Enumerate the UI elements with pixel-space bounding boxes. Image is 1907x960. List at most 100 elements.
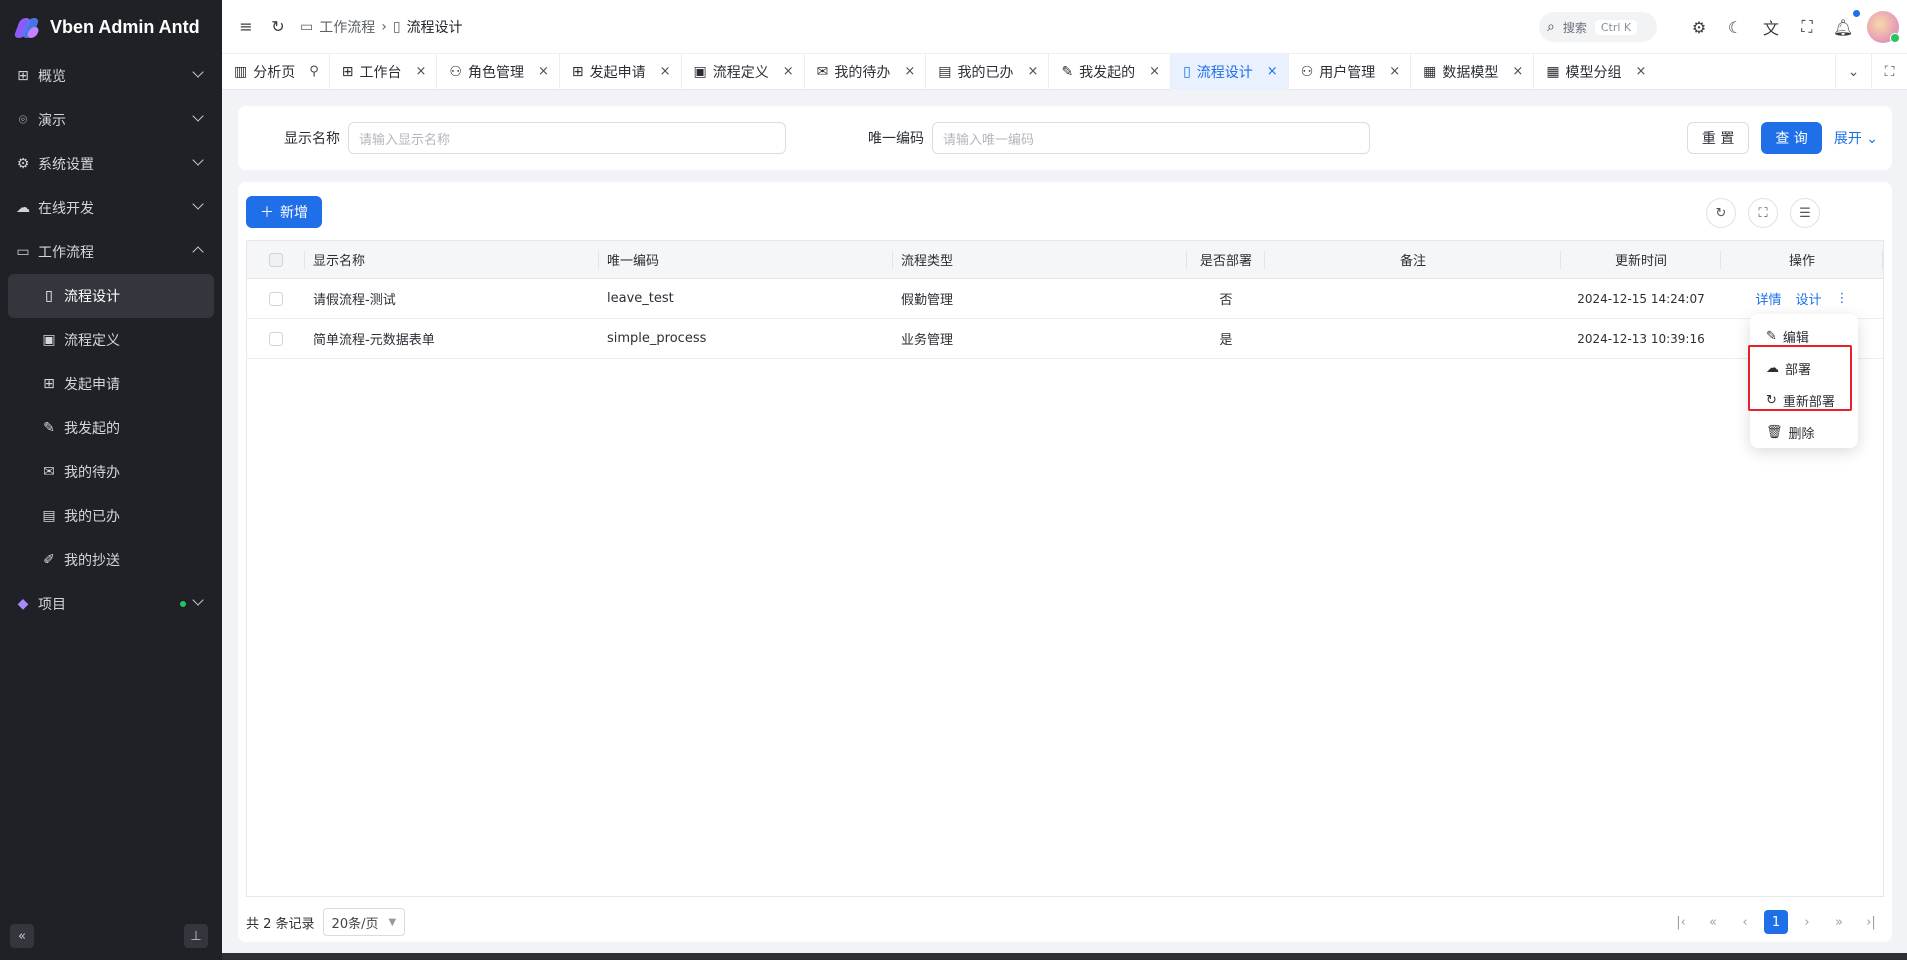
tab-my-todo[interactable]: ✉ 我的待办 × <box>805 53 927 90</box>
bell-icon[interactable]: 🔔︎ <box>1827 10 1860 43</box>
mail-icon: ✉ <box>816 63 829 80</box>
top-header: ≡ ↻ ▭ 工作流程 › ▯ 流程设计 ⌕ 搜索 Ctrl K ⚙ ☾ 文 ⛶ … <box>222 0 1907 54</box>
add-button[interactable]: ＋ 新增 <box>246 196 322 228</box>
column-header[interactable]: 操作 <box>1721 241 1883 278</box>
breadcrumb-item[interactable]: 工作流程 <box>319 17 375 37</box>
close-icon[interactable]: × <box>1512 64 1523 79</box>
pen-icon: ✐ <box>43 552 55 568</box>
close-icon[interactable]: × <box>416 64 427 79</box>
close-icon[interactable]: × <box>904 64 915 79</box>
menu-toggle-icon[interactable]: ≡ <box>230 11 262 43</box>
tab-label: 我的待办 <box>834 64 891 81</box>
page-size-value: 20条/页 <box>331 916 379 932</box>
cell-name: 请假流程-测试 <box>313 293 396 308</box>
menu-item-delete[interactable]: 🗑︎ 删除 <box>1750 416 1858 448</box>
tab-label: 用户管理 <box>1319 64 1376 81</box>
table-card: ＋ 新增 ↻ ⛶ ☰ 显示名称 唯一编码 流程类型 是否部署 备注 更新时间 操作… <box>238 182 1892 942</box>
query-button[interactable]: 查 询 <box>1761 122 1822 154</box>
last-page-icon[interactable]: ›| <box>1858 909 1884 935</box>
more-icon[interactable]: ⋮ <box>1836 291 1849 306</box>
page-number[interactable]: 1 <box>1764 910 1788 934</box>
sidebar-item-settings[interactable]: ⚙ 系统设置 <box>0 142 222 186</box>
tab-process-definition[interactable]: ▣ 流程定义 × <box>682 53 805 90</box>
close-icon[interactable]: × <box>1149 64 1160 79</box>
close-icon[interactable]: × <box>660 64 671 79</box>
collapse-sidebar-icon[interactable]: « <box>10 924 34 948</box>
expand-link[interactable]: 展开 ⌄ <box>1834 128 1878 148</box>
maximize-icon[interactable]: ⛶ <box>1871 54 1907 90</box>
tab-role-management[interactable]: ⚇ 角色管理 × <box>437 53 560 90</box>
column-header[interactable]: 备注 <box>1265 241 1561 278</box>
tab-label: 分析页 <box>253 64 296 81</box>
close-icon[interactable]: × <box>783 64 794 79</box>
app-title: Vben Admin Antd <box>50 16 200 37</box>
search-shortcut: Ctrl K <box>1594 19 1638 35</box>
sidebar-item-overview[interactable]: ⊞ 概览 <box>0 54 222 98</box>
close-icon[interactable]: × <box>1636 64 1647 79</box>
chevron-down-icon[interactable]: ⌄ <box>1835 54 1871 90</box>
tab-analysis[interactable]: ▥ 分析页 ⚲ <box>222 53 330 90</box>
app-logo[interactable]: Vben Admin Antd <box>0 0 222 54</box>
refresh-icon[interactable]: ↻ <box>1706 198 1736 228</box>
fullscreen-icon[interactable]: ⛶ <box>1791 11 1823 43</box>
translate-icon[interactable]: 文 <box>1755 11 1787 43</box>
name-input[interactable]: 请输入显示名称 <box>348 122 786 154</box>
tab-label: 数据模型 <box>1442 64 1499 81</box>
column-settings-icon[interactable]: ☰ <box>1790 198 1820 228</box>
close-icon[interactable]: × <box>1267 64 1278 79</box>
tab-model-group[interactable]: ▦ 模型分组 × <box>1534 54 1656 90</box>
page-size-select[interactable]: 20条/页 ▼ <box>322 908 406 936</box>
column-header[interactable]: 显示名称 <box>305 241 599 278</box>
cloud-icon: ☁ <box>16 200 30 216</box>
sidebar-subitem-start-request[interactable]: ⊞ 发起申请 <box>0 362 222 406</box>
tab-data-model[interactable]: ▦ 数据模型 × <box>1411 53 1535 90</box>
chevron-down-icon <box>192 66 204 78</box>
next-5-pages-icon[interactable]: » <box>1826 909 1852 935</box>
prev-5-pages-icon[interactable]: « <box>1700 909 1726 935</box>
plus-icon: ＋ <box>260 205 274 221</box>
column-header[interactable]: 更新时间 <box>1561 241 1721 278</box>
tab-start-request[interactable]: ⊞ 发起申请 × <box>560 53 682 90</box>
tab-user-management[interactable]: ⚇ 用户管理 × <box>1289 53 1412 90</box>
close-icon[interactable]: × <box>538 64 549 79</box>
sidebar-item-demo[interactable]: ⌾ 演示 <box>0 98 222 142</box>
breadcrumb-item: 流程设计 <box>406 19 463 36</box>
column-header[interactable]: 唯一编码 <box>599 241 893 278</box>
moon-icon[interactable]: ☾ <box>1719 11 1751 43</box>
pin-icon[interactable]: ⚲ <box>309 64 319 79</box>
column-header[interactable]: 是否部署 <box>1187 241 1265 278</box>
tab-process-design[interactable]: ▯ 流程设计 × <box>1171 53 1289 90</box>
close-icon[interactable]: × <box>1389 64 1400 79</box>
sidebar-subitem-process-design[interactable]: ▯ 流程设计 <box>8 274 214 318</box>
tab-workbench[interactable]: ⊞ 工作台 × <box>330 53 438 90</box>
global-search[interactable]: ⌕ 搜索 Ctrl K <box>1539 12 1657 42</box>
fullscreen-icon[interactable]: ⛶ <box>1748 198 1778 228</box>
avatar[interactable] <box>1867 11 1900 43</box>
sidebar-item-workflow[interactable]: ▭ 工作流程 <box>0 230 222 274</box>
prev-page-icon[interactable]: ‹ <box>1732 909 1758 935</box>
column-header[interactable]: 流程类型 <box>893 241 1187 278</box>
settings-icon[interactable]: ⚙ <box>1683 11 1715 43</box>
sidebar-subitem-my-done[interactable]: ▤ 我的已办 <box>0 494 222 538</box>
design-link[interactable]: 设计 <box>1796 289 1822 308</box>
detail-link[interactable]: 详情 <box>1755 289 1781 308</box>
tab-my-started[interactable]: ✎ 我发起的 × <box>1049 53 1172 90</box>
tab-my-done[interactable]: ▤ 我的已办 × <box>926 53 1050 90</box>
select-all-checkbox[interactable] <box>269 252 283 267</box>
code-input[interactable]: 请输入唯一编码 <box>932 122 1370 154</box>
pin-icon[interactable]: ⊥ <box>184 924 208 948</box>
close-icon[interactable]: × <box>1028 64 1039 79</box>
refresh-icon[interactable]: ↻ <box>262 11 294 43</box>
sidebar-item-project[interactable]: ◆ 项目 <box>0 582 222 626</box>
reset-button[interactable]: 重 置 <box>1686 122 1750 154</box>
next-page-icon[interactable]: › <box>1794 909 1820 935</box>
sidebar-subitem-my-cc[interactable]: ✐ 我的抄送 <box>0 538 222 582</box>
sidebar-subitem-my-started[interactable]: ✎ 我发起的 <box>0 406 222 450</box>
row-checkbox[interactable] <box>269 331 283 346</box>
row-checkbox[interactable] <box>269 291 283 306</box>
sidebar-subitem-process-definition[interactable]: ▣ 流程定义 <box>0 318 222 362</box>
first-page-icon[interactable]: |‹ <box>1668 909 1694 935</box>
sidebar-subitem-my-todo[interactable]: ✉ 我的待办 <box>0 450 222 494</box>
tab-label: 发起申请 <box>589 64 646 81</box>
sidebar-item-online-dev[interactable]: ☁ 在线开发 <box>0 186 222 230</box>
